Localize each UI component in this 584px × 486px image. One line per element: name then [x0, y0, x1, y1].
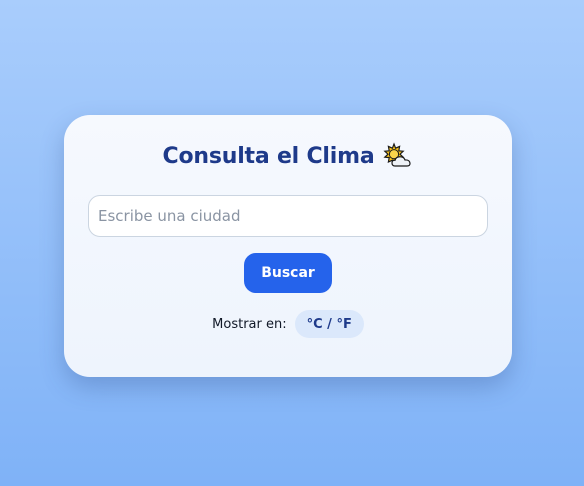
weather-card: Consulta el Clima Buscar Mostrar en: °C …: [64, 115, 512, 377]
page-title: Consulta el Clima: [162, 143, 375, 169]
title-row: Consulta el Clima: [64, 142, 512, 170]
sun-behind-cloud-icon: [383, 142, 413, 170]
unit-label: Mostrar en:: [212, 316, 287, 332]
city-search-input[interactable]: [88, 195, 488, 237]
search-button[interactable]: Buscar: [244, 253, 332, 293]
unit-toggle-row: Mostrar en: °C / °F: [64, 310, 512, 338]
unit-toggle-button[interactable]: °C / °F: [294, 310, 364, 338]
